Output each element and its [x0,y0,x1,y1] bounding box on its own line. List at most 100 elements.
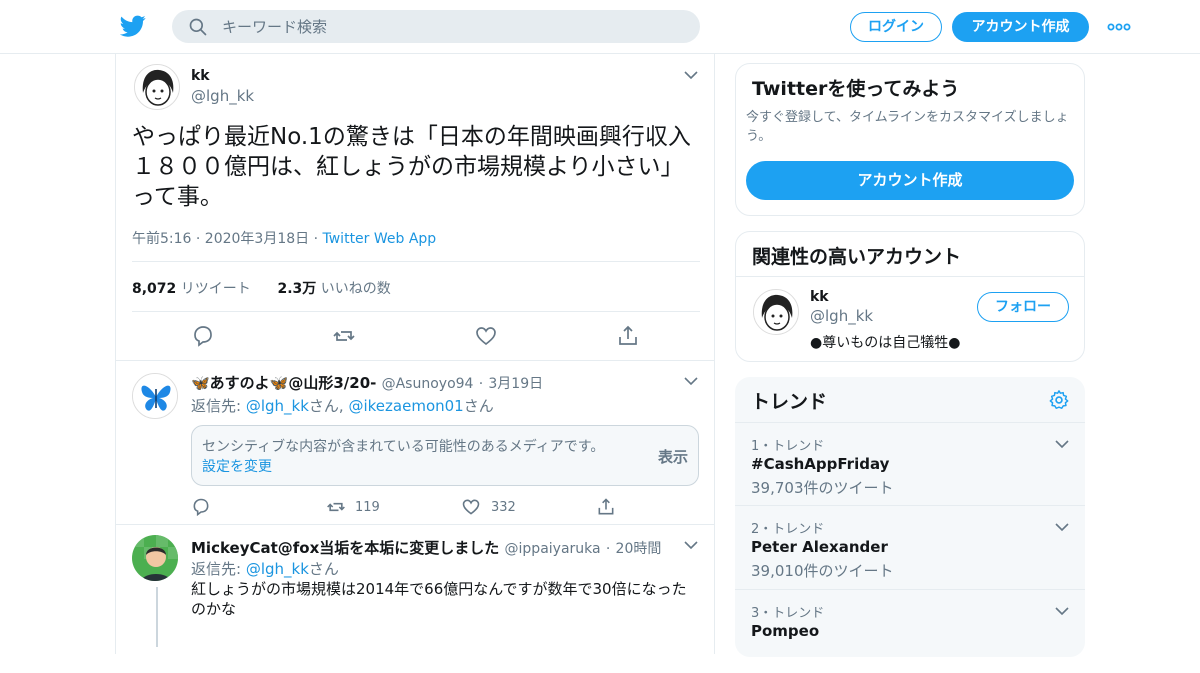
avatar[interactable] [132,535,178,581]
gear-icon[interactable] [1048,389,1070,411]
reply-text: 紅しょうがの市場規模は2014年で66億円なんですが数年で30倍になったのかな [191,580,687,618]
like-count: 2.3万 [277,281,317,297]
like-icon[interactable] [461,497,481,517]
related-accounts-title: 関連性の高いアカウント [752,246,962,268]
trend-name: #CashAppFriday [751,455,890,473]
trend-item[interactable]: 1・トレンド #CashAppFriday 39,703件のツイート [735,422,1085,506]
timeline: kk @lgh_kk やっぱり最近No.1の驚きは「日本の年間映画興行収入１８０… [115,54,715,654]
like-icon[interactable] [474,324,498,348]
meta-separator: · [478,376,484,392]
trend-meta: 1・トレンド [751,439,825,454]
butterfly-icon [133,374,177,418]
divider [132,261,700,262]
follow-button[interactable]: フォロー [977,292,1069,322]
main-tweet: kk @lgh_kk やっぱり最近No.1の驚きは「日本の年間映画興行収入１８０… [116,54,714,361]
chevron-down-icon[interactable] [1055,439,1069,449]
retweet-stat[interactable]: 8,072 リツイート [132,281,251,297]
signup-card: Twitterを使ってみよう 今すぐ登録して、タイムラインをカスタマイズしましょ… [735,63,1085,216]
reply-author[interactable]: 🦋あすのよ🦋@山形3/20- @Asunoyo94 · 3月19日 [191,372,543,393]
signup-card-title: Twitterを使ってみよう [752,78,960,100]
search-icon [189,18,207,36]
chevron-down-icon[interactable] [1055,606,1069,616]
retweet-icon[interactable] [326,497,346,517]
related-account-handle[interactable]: @lgh_kk [810,307,873,325]
replying-label: 返信先: [191,560,242,578]
trend-meta: 2・トレンド [751,522,825,537]
avatar[interactable] [753,289,799,335]
chevron-down-icon[interactable] [1055,522,1069,532]
twitter-bird-icon[interactable] [120,13,146,39]
author-name[interactable]: kk [191,68,210,84]
replying-suffix: さん, [308,397,344,415]
thread-line [156,587,158,647]
reply-author-name: 🦋あすのよ🦋@山形3/20- [191,374,377,392]
replying-label: 返信先: [191,397,242,415]
chevron-down-icon[interactable] [684,70,698,80]
retweet-count: 119 [355,500,380,515]
tweet-stats: 8,072 リツイート 2.3万 いいねの数 [132,278,391,298]
replying-to-link[interactable]: @lgh_kk [246,397,309,415]
reply-author-handle: @ippaiyaruka [504,541,601,557]
signup-card-button[interactable]: アカウント作成 [746,161,1074,200]
search-input[interactable] [222,10,682,43]
like-label: いいねの数 [320,281,391,297]
avatar[interactable] [134,64,180,110]
signup-card-description: 今すぐ登録して、タイムラインをカスタマイズしましょう。 [746,110,1069,144]
trends-panel: トレンド 1・トレンド #CashAppFriday 39,703件のツイート … [735,377,1085,657]
trend-meta: 3・トレンド [751,606,825,621]
reply-tweet[interactable]: 🦋あすのよ🦋@山形3/20- @Asunoyo94 · 3月19日 返信先: @… [116,361,714,525]
replying-suffix: さん [463,397,494,415]
reply-icon[interactable] [191,324,215,348]
replying-to: 返信先: @lgh_kkさん [191,558,339,579]
tweet-source-app[interactable]: Twitter Web App [323,231,437,247]
chevron-down-icon[interactable] [684,540,698,550]
avatar-photo-icon [132,535,178,581]
avatar[interactable] [132,373,178,419]
divider [132,311,700,312]
more-options-icon[interactable] [1106,16,1132,38]
sensitive-media-notice: センシティブな内容が含まれている可能性のあるメディアです。 設定を変更 表示 [191,425,699,486]
reply-author-handle: @Asunoyo94 [381,376,474,392]
replying-to: 返信先: @lgh_kkさん, @ikezaemon01さん [191,395,494,416]
login-button[interactable]: ログイン [850,12,942,42]
replying-to-link[interactable]: @lgh_kk [246,560,309,578]
author-handle[interactable]: @lgh_kk [191,87,254,105]
reply-date[interactable]: 20時間 [616,541,662,557]
chevron-down-icon[interactable] [684,376,698,386]
trend-item[interactable]: 3・トレンド Pompeo [735,589,1085,673]
reply-date[interactable]: 3月19日 [488,376,543,392]
signup-button[interactable]: アカウント作成 [952,12,1089,42]
avatar-face-icon [754,290,798,334]
related-account-bio: ●尊いものは自己犠牲● [810,335,961,351]
trend-tweet-count: 39,010件のツイート [751,562,894,580]
tweet-timestamp[interactable]: 午前5:16 · 2020年3月18日 [132,231,309,247]
share-icon[interactable] [616,324,640,348]
meta-separator: · [313,231,323,247]
related-account-name[interactable]: kk [810,289,829,305]
share-icon[interactable] [596,497,616,517]
show-media-button[interactable]: 表示 [658,446,688,467]
tweet-text: やっぱり最近No.1の驚きは「日本の年間映画興行収入１８００億円は、紅しょうがの… [132,124,691,210]
reply-author[interactable]: MickeyCat@fox当垢を本垢に変更しました @ippaiyaruka ·… [191,537,661,558]
search-box[interactable] [172,10,700,43]
reply-tweet[interactable]: MickeyCat@fox当垢を本垢に変更しました @ippaiyaruka ·… [116,525,714,655]
like-stat[interactable]: 2.3万 いいねの数 [277,281,390,297]
trends-title: トレンド [751,391,828,413]
like-count: 332 [491,500,516,515]
change-settings-link[interactable]: 設定を変更 [202,456,272,476]
trend-name: Peter Alexander [751,538,888,556]
reply-icon[interactable] [191,497,211,517]
retweet-label: リツイート [180,281,251,297]
reply-author-name: MickeyCat@fox当垢を本垢に変更しました [191,539,500,557]
tweet-meta: 午前5:16 · 2020年3月18日 · Twitter Web App [132,228,436,248]
replying-to-link[interactable]: @ikezaemon01 [348,397,463,415]
retweet-icon[interactable] [332,324,356,348]
replying-suffix: さん [308,560,339,578]
meta-separator: · [605,541,611,557]
trend-item[interactable]: 2・トレンド Peter Alexander 39,010件のツイート [735,505,1085,589]
top-bar: ログイン アカウント作成 [0,0,1200,54]
trend-name: Pompeo [751,622,820,640]
sensitive-text: センシティブな内容が含まれている可能性のあるメディアです。 [202,439,605,455]
trend-tweet-count: 39,703件のツイート [751,479,894,497]
retweet-count: 8,072 [132,281,177,297]
